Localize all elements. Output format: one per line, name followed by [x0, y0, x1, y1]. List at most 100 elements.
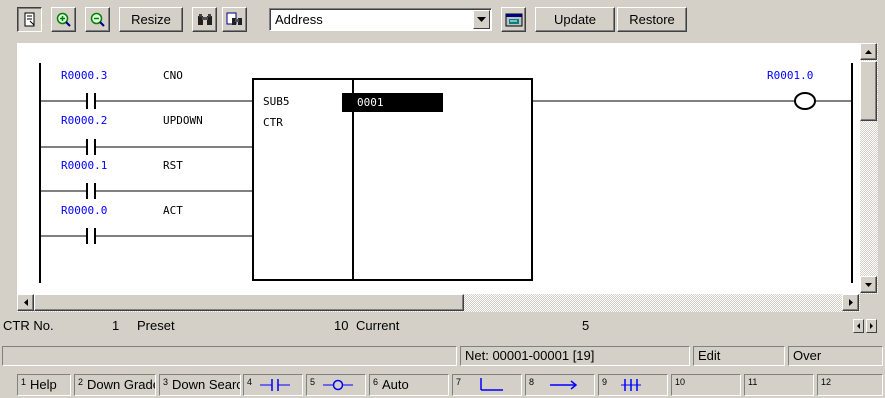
scroll-up-button[interactable]: [860, 43, 877, 60]
address-icon: [505, 13, 522, 26]
function-name: CTR: [263, 116, 283, 129]
address-combobox[interactable]: Address: [269, 8, 492, 31]
net-status: Net: 00001-00001 [19]: [460, 346, 690, 366]
resize-button[interactable]: Resize: [119, 7, 183, 32]
fkey-coil[interactable]: 5: [306, 374, 366, 396]
update-label: Update: [554, 12, 596, 27]
info-scroll-left-button[interactable]: [853, 319, 864, 333]
current-value: 5: [582, 318, 590, 333]
function-key-bar: 1 Help 2 Down Grade 3 Down Search 4 5: [0, 371, 885, 398]
current-label: Current: [356, 318, 400, 333]
window-icon: [24, 12, 34, 26]
fkey-number: 1: [21, 377, 27, 387]
contact-address: R0000.2: [61, 114, 107, 127]
fkey-number: 8: [529, 377, 535, 387]
size-grip: [860, 294, 878, 312]
scroll-down-button[interactable]: [860, 276, 877, 293]
resize-label: Resize: [131, 12, 171, 27]
contact-no-icon: [260, 379, 290, 391]
arrow-up-icon: [865, 49, 872, 54]
fkey-number: 10: [675, 377, 686, 387]
coil-icon: [323, 379, 353, 391]
fkey-number: 9: [602, 377, 608, 387]
ctr-number-value: 1: [112, 318, 120, 333]
fkey-12[interactable]: 12: [817, 374, 883, 396]
coil-address: R0001.0: [767, 69, 813, 82]
ladder-canvas[interactable]: R0000.3 CNO R0000.2 UPDOWN R0000.1 RST R…: [17, 43, 860, 294]
scroll-right-button[interactable]: [842, 294, 859, 311]
address-lookup-button[interactable]: [501, 7, 526, 32]
arrow-right-icon: [870, 323, 873, 329]
new-window-button[interactable]: [17, 7, 42, 32]
coil-icon: [794, 92, 816, 110]
fkey-11[interactable]: 11: [744, 374, 814, 396]
restore-button[interactable]: Restore: [617, 7, 687, 32]
find-replace-icon: [226, 12, 242, 25]
fkey-label: Down Search: [172, 377, 240, 392]
preset-label: Preset: [137, 318, 175, 333]
contact-name: CNO: [163, 69, 183, 82]
fkey-number: 5: [310, 377, 316, 387]
fkey-number: 4: [247, 377, 253, 387]
fkey-auto[interactable]: 6 Auto: [369, 374, 449, 396]
chevron-down-icon: [477, 16, 486, 22]
contact-cno[interactable]: R0000.3 CNO: [40, 69, 253, 109]
arrow-left-icon: [857, 323, 860, 329]
fkey-number: 7: [456, 377, 462, 387]
fkey-help[interactable]: 1 Help: [17, 374, 71, 396]
search-button[interactable]: [192, 7, 217, 32]
fkey-number: 11: [748, 377, 758, 387]
contact-address: R0000.3: [61, 69, 107, 82]
vertical-line-icon: [621, 379, 641, 391]
contact-rst[interactable]: R0000.1 RST: [40, 159, 253, 199]
vertical-scroll-thumb[interactable]: [860, 61, 877, 121]
fkey-horizontal-line[interactable]: 8: [525, 374, 595, 396]
fkey-label: Help: [30, 377, 57, 392]
ladder-diagram: R0000.3 CNO R0000.2 UPDOWN R0000.1 RST R…: [39, 63, 853, 283]
function-block-ctr[interactable]: SUB5 CTR 0001: [252, 78, 533, 281]
function-sub-number: SUB5: [263, 95, 290, 108]
function-parameter[interactable]: 0001: [357, 96, 384, 109]
zoom-out-icon: [90, 12, 105, 27]
contact-act[interactable]: R0000.0 ACT: [40, 204, 253, 244]
ladder-editor-window: Resize Address Update Restore R0000.3 CN…: [0, 0, 885, 398]
status-panel-empty: [2, 346, 457, 366]
scroll-left-button[interactable]: [17, 294, 34, 311]
update-button[interactable]: Update: [535, 7, 615, 32]
contact-address: R0000.1: [61, 159, 107, 172]
coil-output[interactable]: R0001.0: [767, 69, 852, 110]
zoom-out-button[interactable]: [85, 7, 110, 32]
insert-mode-status: Over: [788, 346, 883, 366]
search-replace-button[interactable]: [222, 7, 247, 32]
branch-icon: [480, 378, 503, 391]
fkey-label: Auto: [382, 377, 409, 392]
ctr-number-label: CTR No.: [3, 318, 54, 333]
horizontal-scroll-thumb[interactable]: [34, 294, 464, 311]
counter-info-bar: CTR No. 1 Preset 10 Current 5: [0, 315, 885, 337]
fkey-down-search[interactable]: 3 Down Search: [159, 374, 241, 396]
fkey-number: 6: [373, 377, 379, 387]
fkey-contact[interactable]: 4: [243, 374, 303, 396]
contact-updown[interactable]: R0000.2 UPDOWN: [40, 114, 253, 155]
fkey-label: Down Grade: [87, 377, 156, 392]
fkey-branch[interactable]: 7: [452, 374, 522, 396]
contact-name: UPDOWN: [163, 114, 203, 127]
horizontal-scrollbar[interactable]: [17, 294, 860, 312]
info-scroll-right-button[interactable]: [866, 319, 877, 333]
vertical-scrollbar[interactable]: [860, 43, 878, 294]
arrow-down-icon: [865, 282, 872, 287]
fkey-vertical-line[interactable]: 9: [598, 374, 668, 396]
contact-name: ACT: [163, 204, 183, 217]
contact-name: RST: [163, 159, 183, 172]
fkey-number: 3: [163, 377, 169, 387]
zoom-in-icon: [56, 12, 71, 27]
arrow-left-icon: [23, 299, 28, 306]
fkey-down-grade[interactable]: 2 Down Grade: [74, 374, 156, 396]
fkey-10[interactable]: 10: [671, 374, 741, 396]
zoom-in-button[interactable]: [51, 7, 76, 32]
fkey-number: 12: [821, 377, 832, 387]
toolbar: Resize Address Update Restore: [0, 0, 885, 42]
fkey-number: 2: [78, 377, 84, 387]
combobox-dropdown-button[interactable]: [473, 10, 490, 29]
preset-value: 10: [334, 318, 349, 333]
